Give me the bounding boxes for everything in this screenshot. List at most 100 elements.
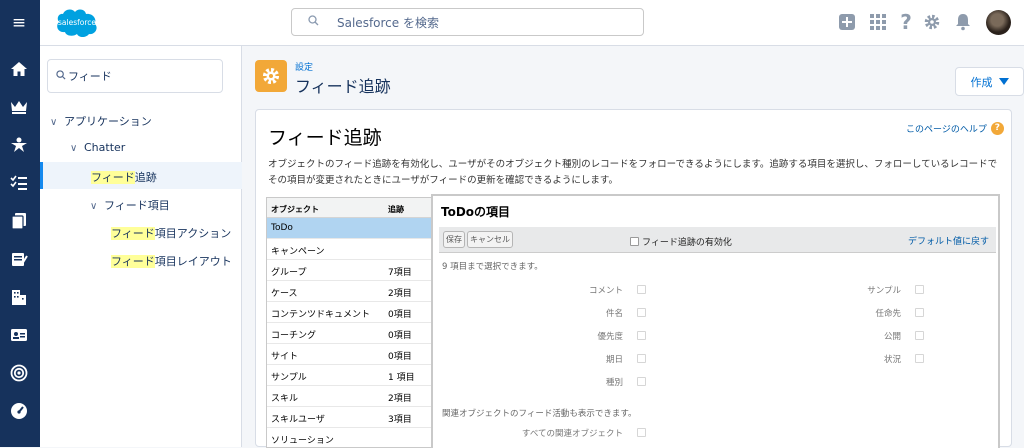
tree-item-feed-item-actions[interactable]: フィード項目アクション [111, 225, 231, 241]
field-label: 種別 [605, 378, 623, 388]
field-checkbox[interactable] [915, 354, 924, 363]
field-label: 優先度 [597, 332, 623, 342]
global-header: salesforce Salesforce を検索 ? [40, 0, 1024, 46]
tracked-count: 0項目 [388, 310, 412, 320]
target-icon[interactable] [8, 362, 30, 384]
field-label: 件名 [605, 309, 623, 319]
field-checkbox[interactable] [915, 331, 924, 340]
quick-find-value: フィード [68, 70, 112, 83]
table-row[interactable]: グループ 7項目 [267, 260, 431, 281]
global-search-input[interactable]: Salesforce を検索 [291, 8, 644, 36]
field-label: 任命先 [875, 309, 901, 319]
user-avatar[interactable] [986, 10, 1011, 35]
sign-icon[interactable] [8, 248, 30, 270]
column-header-tracked: 追跡 [388, 205, 404, 214]
gauge-icon[interactable] [8, 400, 30, 422]
feed-tracking-card: フィード追跡 このページのヘルプ ? オブジェクトのフィード追跡を有効化し、ユー… [255, 109, 1012, 448]
field-label: コメント [588, 286, 623, 296]
table-header: オブジェクト 追跡 [267, 198, 431, 218]
breadcrumb[interactable]: 設定 [295, 60, 313, 73]
tracked-count: 7項目 [388, 268, 412, 278]
table-row[interactable]: ソリューション [267, 428, 431, 447]
object-table: オブジェクト 追跡 ToDo キャンペーン グループ 7項目 ケース 2項目 コンテンツドキ… [266, 197, 431, 448]
restore-defaults-link[interactable]: デフォルト値に戻す [908, 234, 989, 247]
tracked-count: 3項目 [388, 415, 412, 425]
table-row[interactable]: ケース 2項目 [267, 281, 431, 302]
menu-icon[interactable]: ≡ [8, 12, 30, 34]
object-name: サンプル [271, 373, 307, 383]
cancel-button[interactable]: キャンセル [467, 231, 513, 248]
field-checkbox[interactable] [915, 308, 924, 317]
description: オブジェクトのフィード追跡を有効化し、ユーザがそのオブジェクト種別のレコードをフ… [268, 159, 998, 186]
caret-down-icon [998, 75, 1009, 88]
tree-item-feed-item-layouts[interactable]: フィード項目レイアウト [111, 253, 232, 269]
page-header: 設定 フィード追跡 作成 [255, 54, 1024, 96]
search-icon [56, 69, 66, 83]
crown-icon[interactable] [8, 96, 30, 118]
home-icon[interactable] [8, 58, 30, 80]
enable-feed-tracking-checkbox[interactable] [630, 237, 639, 246]
help-icon[interactable]: ? [896, 10, 916, 34]
question-icon: ? [990, 122, 1004, 135]
tree-item-chatter[interactable]: ∨ Chatter [70, 141, 125, 154]
table-body: ToDo キャンペーン グループ 7項目 ケース 2項目 コンテンツドキュメント 0項目 コーチ… [267, 218, 431, 447]
column-header-object: オブジェクト [271, 205, 319, 214]
tracked-count: 0項目 [388, 352, 412, 362]
object-name: サイト [271, 352, 299, 362]
field-label: 期日 [605, 355, 623, 365]
object-name: ToDo [271, 223, 293, 233]
chevron-down-icon: ∨ [70, 143, 78, 154]
card-title: フィード追跡 [268, 127, 382, 149]
fields-panel-title: ToDoの項目 [441, 205, 511, 219]
object-name: ソリューション [271, 436, 334, 446]
files-icon[interactable] [8, 210, 30, 232]
enable-feed-tracking-label: フィード追跡の有効化 [642, 238, 732, 248]
list-icon[interactable] [8, 172, 30, 194]
star-icon[interactable] [8, 134, 30, 156]
table-row[interactable]: コーチング 0項目 [267, 323, 431, 344]
bell-icon[interactable] [953, 12, 973, 32]
table-row[interactable]: スキル 2項目 [267, 386, 431, 407]
field-checkbox[interactable] [637, 354, 646, 363]
help-link-label: このページのヘルプ [906, 125, 987, 135]
field-label: サンプル [867, 286, 901, 296]
field-checkbox[interactable] [637, 285, 646, 294]
tree-item-feed-tracking[interactable]: フィード追跡 [91, 169, 157, 185]
building-icon[interactable] [8, 286, 30, 308]
quick-find-input[interactable]: フィード [47, 59, 223, 93]
tree-label-highlight: フィード [111, 255, 155, 268]
tree-item-feed-items[interactable]: ∨ フィード項目 [90, 197, 170, 213]
app-launcher-icon[interactable] [868, 12, 888, 32]
save-button[interactable]: 保存 [443, 231, 465, 248]
contact-card-icon[interactable] [8, 324, 30, 346]
table-row[interactable]: サンプル 1 項目 [267, 365, 431, 386]
field-checkbox[interactable] [637, 377, 646, 386]
all-related-checkbox[interactable] [637, 428, 646, 437]
tree-label: フィード項目 [104, 199, 170, 212]
field-checkbox[interactable] [915, 285, 924, 294]
tree-label: アプリケーション [64, 115, 152, 128]
gear-icon [255, 60, 287, 92]
object-name: ケース [271, 289, 298, 299]
field-label: すべての関連オブジェクト [521, 429, 623, 439]
table-row[interactable]: ToDo [267, 218, 431, 239]
table-row[interactable]: サイト 0項目 [267, 344, 431, 365]
table-row[interactable]: スキルユーザ 3項目 [267, 407, 431, 428]
plus-icon[interactable] [837, 12, 857, 32]
salesforce-logo[interactable]: salesforce [53, 6, 101, 38]
chevron-down-icon: ∨ [90, 201, 98, 212]
field-checkbox[interactable] [637, 308, 646, 317]
table-row[interactable]: キャンペーン [267, 239, 431, 260]
tree-item-applications[interactable]: ∨ アプリケーション [50, 113, 152, 129]
gear-icon[interactable] [922, 12, 942, 32]
field-checkbox[interactable] [637, 331, 646, 340]
table-row[interactable]: コンテンツドキュメント 0項目 [267, 302, 431, 323]
tree-label: Chatter [84, 141, 126, 154]
help-link[interactable]: このページのヘルプ ? [906, 122, 1004, 135]
field-label: 公開 [883, 332, 901, 342]
main-content: 設定 フィード追跡 作成 フィード追跡 このページのヘルプ ? オブジェクトのフ… [242, 46, 1024, 448]
fields-toolbar: 保存 キャンセル フィード追跡の有効化 デフォルト値に戻す [439, 227, 996, 253]
page-title: フィード追跡 [295, 77, 391, 96]
create-button[interactable]: 作成 [955, 67, 1024, 96]
enable-feed-tracking[interactable]: フィード追跡の有効化 [630, 235, 732, 248]
